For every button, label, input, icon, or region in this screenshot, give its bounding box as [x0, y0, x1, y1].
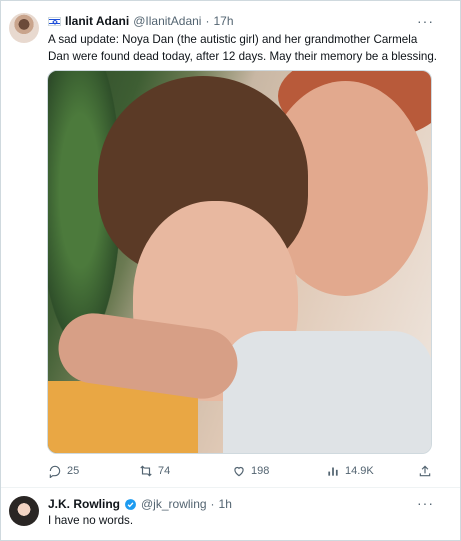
separator-dot: ·: [205, 14, 210, 28]
reply-count: 25: [67, 465, 80, 477]
reply-avatar[interactable]: [9, 496, 39, 526]
separator-dot: ·: [210, 497, 215, 511]
reply-header: J.K. Rowling @jk_rowling · 1h: [48, 496, 232, 512]
tweet-photo[interactable]: [47, 70, 432, 454]
author-handle[interactable]: @IlanitAdani: [133, 14, 201, 28]
reply-author-handle[interactable]: @jk_rowling: [141, 497, 207, 511]
views-icon: [328, 467, 338, 476]
more-icon[interactable]: ···: [417, 13, 434, 29]
verified-icon: [125, 498, 136, 510]
reply-author-name[interactable]: J.K. Rowling: [48, 497, 120, 511]
retweet-button[interactable]: 74: [139, 462, 170, 480]
like-button[interactable]: 198: [232, 462, 269, 480]
retweet-count: 74: [158, 465, 171, 477]
flag-icon: [48, 16, 61, 26]
reply-button[interactable]: 25: [48, 462, 79, 480]
share-button[interactable]: [418, 462, 432, 480]
tweet-text: A sad update: Noya Dan (the autistic gir…: [48, 33, 438, 63]
reply-more-icon[interactable]: ···: [417, 495, 434, 511]
views-button[interactable]: 14.9K: [326, 462, 374, 480]
divider: [1, 487, 460, 488]
like-count: 198: [251, 465, 270, 477]
tweet-actions: 25 74 198 14.9K: [48, 462, 440, 480]
retweet-icon: [140, 465, 152, 477]
share-icon: [419, 465, 431, 477]
tweet-header: Ilanit Adani @IlanitAdani · 17h: [48, 13, 234, 29]
reply-time[interactable]: 1h: [219, 497, 232, 511]
author-name[interactable]: Ilanit Adani: [65, 14, 129, 28]
avatar[interactable]: [9, 13, 39, 43]
views-count: 14.9K: [345, 465, 374, 477]
like-icon: [234, 466, 244, 477]
tweet-time[interactable]: 17h: [213, 14, 233, 28]
reply-icon: [49, 465, 61, 478]
reply-text: I have no words.: [48, 514, 134, 527]
